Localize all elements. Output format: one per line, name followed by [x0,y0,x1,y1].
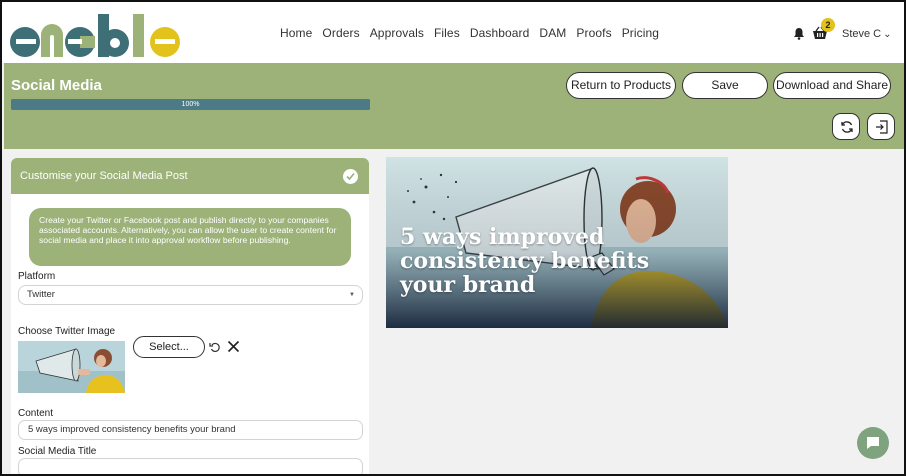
content-label: Content [18,408,54,419]
nav-approvals[interactable]: Approvals [370,26,424,40]
chevron-down-icon: ⌄ [883,29,892,40]
top-bar: Home Orders Approvals Files Dashboard DA… [2,2,904,63]
nav-orders[interactable]: Orders [322,26,359,40]
chat-bubble-icon [867,437,879,449]
platform-select[interactable]: Twitter ▼ [18,285,363,305]
nav-dam[interactable]: DAM [539,26,566,40]
main-nav: Home Orders Approvals Files Dashboard DA… [280,26,669,40]
select-image-button[interactable]: Select... [133,336,205,358]
user-menu[interactable]: Steve C ⌄ [842,28,892,40]
page-title: Social Media [11,77,102,94]
customise-panel: Customise your Social Media Post Create … [11,158,369,474]
page-header: Social Media 100% Return to Products Sav… [4,63,904,149]
nav-home[interactable]: Home [280,26,312,40]
panel-header[interactable]: Customise your Social Media Post [11,158,369,194]
progress-label: 100% [181,101,200,108]
export-button[interactable] [867,113,895,140]
bell-icon[interactable] [793,27,805,40]
panel-heading: Customise your Social Media Post [20,170,188,182]
enable-logo[interactable] [8,8,188,60]
nav-proofs[interactable]: Proofs [576,26,611,40]
platform-label: Platform [18,271,56,282]
social-title-input[interactable] [18,458,363,474]
refresh-button[interactable] [832,113,860,140]
nav-dashboard[interactable]: Dashboard [470,26,530,40]
close-icon[interactable] [227,340,240,353]
return-to-products-button[interactable]: Return to Products [566,72,676,99]
app-window: Home Orders Approvals Files Dashboard DA… [0,0,906,476]
platform-select-value: Twitter [27,289,55,300]
check-circle-icon [343,169,358,184]
preview-headline: 5 ways improved consistency benefits you… [400,224,650,298]
nav-files[interactable]: Files [434,26,460,40]
undo-icon[interactable] [209,341,221,353]
post-preview: 5 ways improved consistency benefits you… [386,157,728,328]
refresh-icon [841,121,853,133]
info-message: Create your Twitter or Facebook post and… [29,208,351,266]
user-name: Steve C [842,28,882,40]
content-input[interactable]: 5 ways improved consistency benefits you… [18,420,363,440]
nav-pricing[interactable]: Pricing [622,26,659,40]
export-icon [876,120,888,134]
dropdown-arrow-icon: ▼ [349,292,355,298]
image-label: Choose Twitter Image [18,326,116,337]
social-title-label: Social Media Title [18,446,97,457]
save-button[interactable]: Save [682,72,768,99]
basket-count-badge: 2 [821,18,835,32]
download-and-share-button[interactable]: Download and Share [773,72,891,99]
progress-bar: 100% [11,99,370,110]
twitter-image-thumbnail [18,341,125,393]
chat-launcher-button[interactable] [857,427,889,459]
